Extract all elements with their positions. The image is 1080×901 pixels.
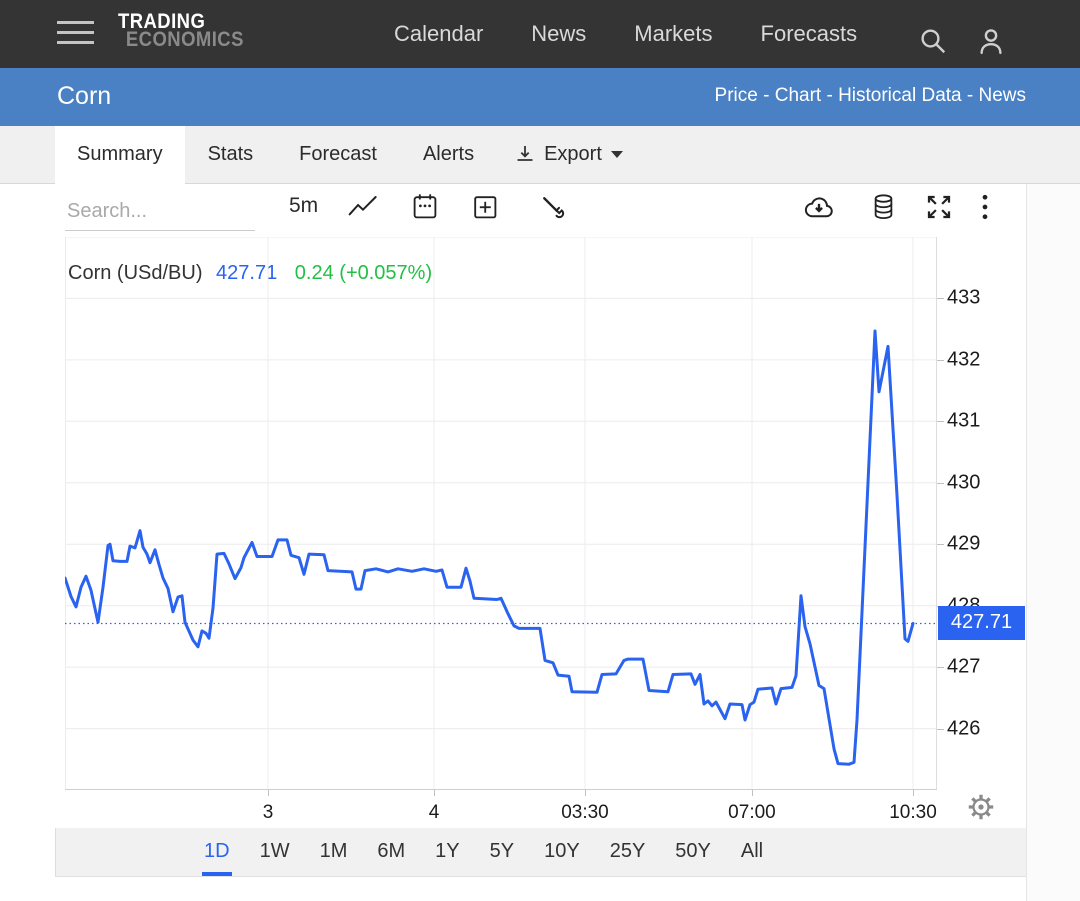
page: TRADING ECONOMICS Calendar News Markets … xyxy=(0,0,1080,901)
x-axis-label: 3 xyxy=(263,802,274,824)
price-badge: 427.71 xyxy=(938,606,1025,640)
range-button-10y[interactable]: 10Y xyxy=(542,828,582,876)
range-button-1y[interactable]: 1Y xyxy=(433,828,461,876)
hamburger-icon xyxy=(57,21,94,24)
range-button-1m[interactable]: 1M xyxy=(318,828,350,876)
search-input[interactable] xyxy=(65,196,255,231)
interval-selector[interactable]: 5m xyxy=(289,194,318,218)
y-axis-label: 430 xyxy=(947,471,980,494)
range-button-1w[interactable]: 1W xyxy=(258,828,292,876)
y-axis-label: 427 xyxy=(947,656,980,679)
x-axis-label: 03:30 xyxy=(561,802,609,824)
y-axis-label: 433 xyxy=(947,287,980,310)
x-axis-label: 07:00 xyxy=(728,802,776,824)
y-axis-tick xyxy=(937,483,944,484)
nav-item-news[interactable]: News xyxy=(531,21,586,47)
symbol-search xyxy=(65,196,255,231)
range-selector: 1D 1W 1M 6M 1Y 5Y 10Y 25Y 50Y All xyxy=(55,828,1026,877)
page-title: Corn xyxy=(57,68,111,124)
x-axis-tick xyxy=(585,790,586,796)
chart-settings-gear-icon[interactable] xyxy=(966,792,996,827)
breadcrumb-links[interactable]: Price - Chart - Historical Data - News xyxy=(715,68,1026,124)
y-axis-label: 426 xyxy=(947,717,980,740)
tab-alerts[interactable]: Alerts xyxy=(400,126,497,183)
nav-item-markets[interactable]: Markets xyxy=(634,21,712,47)
export-button[interactable]: Export xyxy=(497,126,639,183)
trading-economics-logo[interactable]: TRADING ECONOMICS xyxy=(118,12,244,50)
range-button-50y[interactable]: 50Y xyxy=(673,828,713,876)
price-chart[interactable] xyxy=(65,237,937,790)
instrument-title-bar: Corn Price - Chart - Historical Data - N… xyxy=(0,68,1080,126)
y-axis-label: 432 xyxy=(947,348,980,371)
chart-type-icon[interactable] xyxy=(347,192,379,227)
range-button-6m[interactable]: 6M xyxy=(375,828,407,876)
range-button-25y[interactable]: 25Y xyxy=(608,828,648,876)
calendar-icon[interactable] xyxy=(411,192,439,227)
x-axis-tick xyxy=(434,790,435,796)
search-icon[interactable] xyxy=(918,26,948,61)
user-icon[interactable] xyxy=(976,26,1006,61)
nav-item-forecasts[interactable]: Forecasts xyxy=(761,21,858,47)
tab-stats[interactable]: Stats xyxy=(185,126,277,183)
x-axis-tick xyxy=(268,790,269,796)
database-icon[interactable] xyxy=(870,192,897,227)
more-options-kebab-icon[interactable] xyxy=(981,194,989,225)
hamburger-menu-button[interactable] xyxy=(57,21,94,47)
x-axis-tick xyxy=(752,790,753,796)
top-navigation-bar: TRADING ECONOMICS Calendar News Markets … xyxy=(0,0,1080,68)
tab-summary[interactable]: Summary xyxy=(55,126,185,184)
fullscreen-icon[interactable] xyxy=(924,192,954,227)
y-axis-tick xyxy=(937,298,944,299)
export-label: Export xyxy=(544,126,602,183)
nav-item-calendar[interactable]: Calendar xyxy=(394,21,483,47)
y-axis-tick xyxy=(937,729,944,730)
chart-panel: 5m xyxy=(0,184,1080,901)
compare-add-icon[interactable] xyxy=(471,192,499,227)
x-axis-tick xyxy=(913,790,914,796)
right-gutter xyxy=(1026,184,1080,901)
y-axis-tick xyxy=(937,360,944,361)
y-axis-tick xyxy=(937,667,944,668)
cloud-download-icon[interactable] xyxy=(803,192,835,227)
wrench-indicators-icon[interactable] xyxy=(539,192,567,227)
logo-line2: ECONOMICS xyxy=(126,30,244,50)
y-axis-tick xyxy=(937,421,944,422)
main-menu: Calendar News Markets Forecasts xyxy=(394,0,857,68)
y-axis-tick xyxy=(937,544,944,545)
range-button-all[interactable]: All xyxy=(739,828,765,876)
x-axis-label: 10:30 xyxy=(889,802,937,824)
y-axis-label: 429 xyxy=(947,533,980,556)
tab-bar: Summary Stats Forecast Alerts Export xyxy=(0,126,1080,184)
x-axis-label: 4 xyxy=(429,802,440,824)
y-axis-label: 431 xyxy=(947,410,980,433)
caret-down-icon xyxy=(611,151,623,158)
download-icon xyxy=(513,143,537,167)
tab-forecast[interactable]: Forecast xyxy=(276,126,400,183)
range-button-1d[interactable]: 1D xyxy=(202,828,232,876)
range-button-5y[interactable]: 5Y xyxy=(488,828,516,876)
